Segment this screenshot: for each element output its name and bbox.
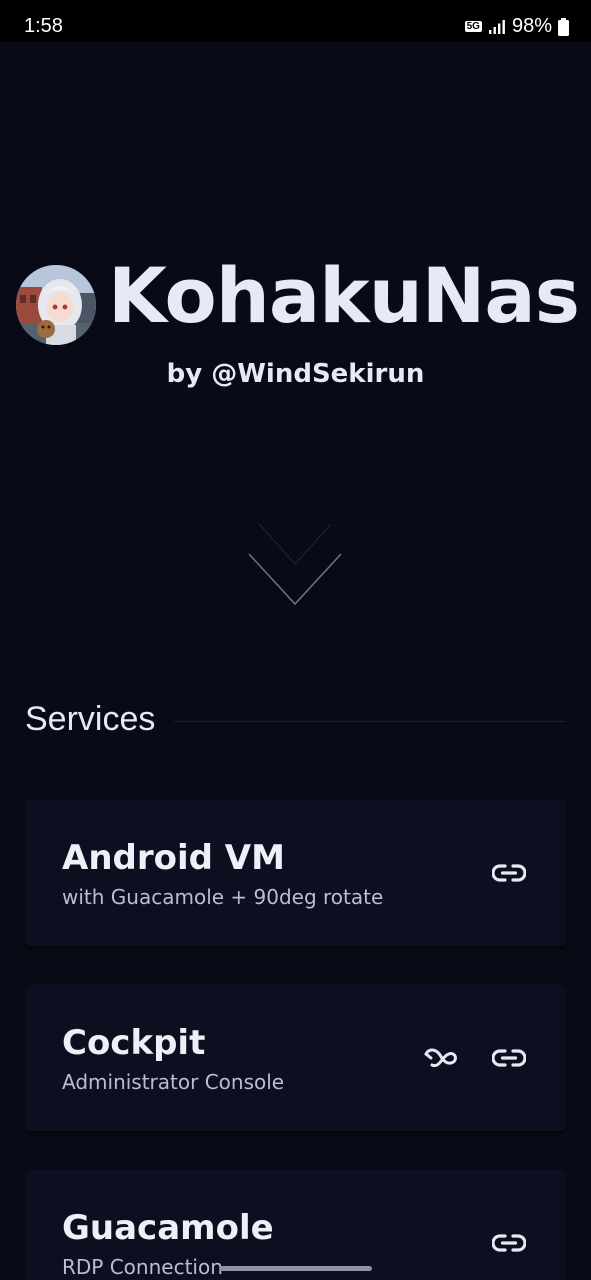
service-card-cockpit[interactable]: Cockpit Administrator Console — [25, 985, 566, 1131]
link-icon[interactable] — [490, 854, 528, 892]
screen: 1:58 5G 98% KohakuNas by @WindSekirun Se… — [0, 0, 591, 1280]
service-description: RDP Connection — [62, 1255, 223, 1279]
service-actions — [490, 1224, 528, 1262]
status-time: 1:58 — [24, 15, 63, 37]
app-title: KohakuNas — [108, 251, 580, 340]
service-title: Cockpit — [62, 1023, 206, 1063]
service-title: Android VM — [62, 838, 285, 878]
status-indicators: 5G 98% — [464, 15, 569, 38]
cockpit-logo-icon[interactable] — [422, 1039, 460, 1077]
service-card-guacamole[interactable]: Guacamole RDP Connection — [25, 1170, 566, 1280]
status-bar: 1:58 5G 98% — [0, 0, 591, 42]
link-icon[interactable] — [490, 1224, 528, 1262]
scroll-down-chevron-icon[interactable] — [245, 520, 345, 610]
link-icon[interactable] — [490, 1039, 528, 1077]
avatar — [16, 265, 96, 345]
service-description: Administrator Console — [62, 1070, 285, 1094]
service-actions — [490, 854, 528, 892]
service-actions — [422, 1039, 528, 1077]
service-card-android-vm[interactable]: Android VM with Guacamole + 90deg rotate — [25, 800, 566, 946]
section-divider — [174, 721, 566, 722]
service-title: Guacamole — [62, 1208, 274, 1248]
battery-icon — [558, 17, 569, 36]
home-indicator[interactable] — [219, 1266, 372, 1271]
network-type-badge: 5G — [464, 21, 482, 32]
section-heading-services: Services — [25, 700, 156, 738]
signal-icon — [488, 19, 506, 35]
app-author: by @WindSekirun — [166, 359, 425, 389]
avatar-anime-girl-icon — [16, 265, 96, 345]
service-description: with Guacamole + 90deg rotate — [62, 885, 384, 909]
battery-percentage: 98% — [511, 15, 552, 37]
